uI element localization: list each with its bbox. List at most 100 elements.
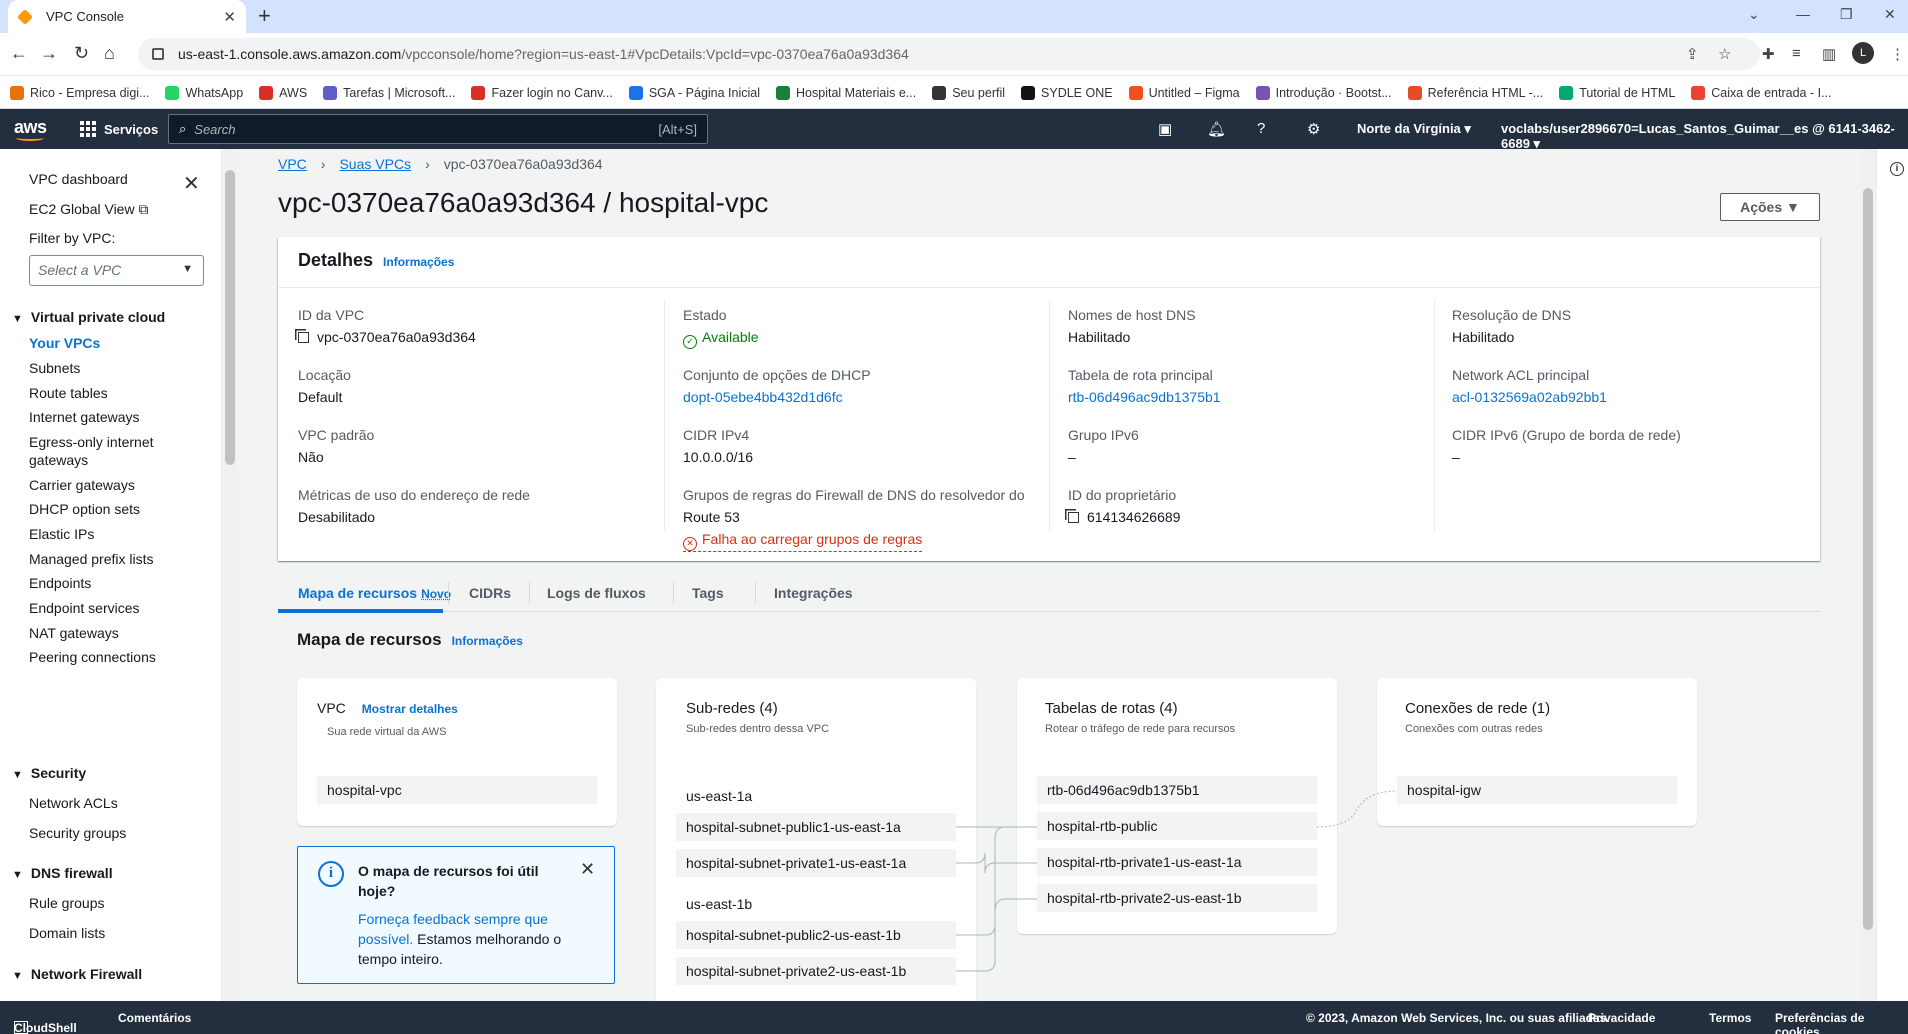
route-table-chip[interactable]: hospital-rtb-private1-us-east-1a <box>1037 848 1317 876</box>
subnet-chip[interactable]: hospital-subnet-private1-us-east-1a <box>676 849 956 877</box>
copy-icon[interactable] <box>298 332 309 343</box>
profile-avatar[interactable]: L <box>1852 42 1874 64</box>
bookmark-item[interactable]: AWS <box>259 85 307 100</box>
tab-flow-logs[interactable]: Logs de fluxos <box>547 585 646 601</box>
copy-icon[interactable] <box>1068 512 1079 523</box>
dns-firewall-error[interactable]: ✕ Falha ao carregar grupos de regras <box>683 531 923 552</box>
cookie-preferences-link[interactable]: Preferências de cookies <box>1775 1011 1908 1034</box>
bookmark-item[interactable]: WhatsApp <box>165 85 243 100</box>
bookmark-item[interactable]: Fazer login no Canv... <box>471 85 613 100</box>
tab-tags[interactable]: Tags <box>692 585 724 601</box>
home-icon[interactable]: ⌂ <box>104 43 115 64</box>
subnet-chip[interactable]: hospital-subnet-private2-us-east-1b <box>676 957 956 985</box>
forward-icon[interactable]: → <box>40 43 58 64</box>
section-virtual-private-cloud[interactable]: ▼ Virtual private cloud <box>12 309 165 325</box>
bookmark-item[interactable]: Untitled – Figma <box>1128 85 1240 100</box>
close-tab-icon[interactable]: ✕ <box>223 8 236 26</box>
privacy-link[interactable]: Privacidade <box>1588 1011 1655 1025</box>
igw-chip[interactable]: hospital-igw <box>1397 776 1677 804</box>
tab-resource-map[interactable]: Mapa de recursos Novo <box>298 585 451 601</box>
sidebar-item-elastic-ips[interactable]: Elastic IPs <box>29 526 94 542</box>
info-panel-icon[interactable]: i <box>1890 162 1904 176</box>
sidebar-item-your-vpcs[interactable]: Your VPCs <box>29 335 100 351</box>
dhcp-link[interactable]: dopt-05ebe4bb432d1d6fc <box>683 389 843 405</box>
services-menu-button[interactable]: Serviços <box>80 121 158 137</box>
sidebar-item-domain-lists[interactable]: Domain lists <box>29 925 105 941</box>
details-info-link[interactable]: Informações <box>383 255 454 269</box>
main-acl-link[interactable]: acl-0132569a02ab92bb1 <box>1452 389 1607 405</box>
reload-icon[interactable]: ↻ <box>74 43 89 64</box>
close-sidebar-icon[interactable]: ✕ <box>183 171 200 196</box>
filter-by-vpc-select[interactable]: Select a VPC ▼ <box>29 255 204 286</box>
vpc-chip[interactable]: hospital-vpc <box>317 776 597 804</box>
show-details-link[interactable]: Mostrar detalhes <box>362 702 458 716</box>
subnet-chip[interactable]: hospital-subnet-public2-us-east-1b <box>676 921 956 949</box>
actions-button[interactable]: Ações ▼ <box>1720 193 1820 221</box>
back-icon[interactable]: ← <box>10 43 28 64</box>
sidebar-item-ec2-global-view[interactable]: EC2 Global View ⧉ <box>29 201 148 218</box>
bookmark-item[interactable]: Tarefas | Microsoft... <box>323 85 455 100</box>
sidebar-item-carrier-gateways[interactable]: Carrier gateways <box>29 477 135 493</box>
aws-search-input[interactable]: ⌕ Search [Alt+S] <box>168 114 708 144</box>
bookmark-item[interactable]: Hospital Materiais e... <box>776 85 916 100</box>
sidebar-scrollbar-thumb[interactable] <box>225 170 235 465</box>
bookmark-item[interactable]: Seu perfil <box>932 85 1005 100</box>
section-network-firewall[interactable]: ▼ Network Firewall <box>12 966 142 982</box>
route-table-chip[interactable]: hospital-rtb-private2-us-east-1b <box>1037 884 1317 912</box>
sidebar-item-security-groups[interactable]: Security groups <box>29 825 126 841</box>
sidebar-item-route-tables[interactable]: Route tables <box>29 385 108 401</box>
browser-menu-icon[interactable]: ⋮ <box>1890 45 1905 63</box>
sidebar-item-endpoint-services[interactable]: Endpoint services <box>29 600 140 616</box>
notifications-bell-icon[interactable]: 🔔︎ <box>1207 120 1226 138</box>
new-tab-icon[interactable]: + <box>258 5 271 27</box>
settings-gear-icon[interactable]: ⚙ <box>1307 120 1320 138</box>
sidebar-item-egress-only-internet[interactable]: Egress-only internet <box>29 434 154 450</box>
region-selector[interactable]: Norte da Virgínia ▾ <box>1357 121 1471 137</box>
sidebar-item-peering-connections[interactable]: Peering connections <box>29 649 156 665</box>
tab-search-icon[interactable]: ⌄ <box>1748 6 1760 23</box>
section-dns-firewall[interactable]: ▼ DNS firewall <box>12 865 113 881</box>
help-icon[interactable]: ? <box>1257 120 1265 137</box>
breadcrumb-vpc[interactable]: VPC <box>278 156 307 172</box>
breadcrumb-your-vpcs[interactable]: Suas VPCs <box>339 156 411 172</box>
sidebar-item-network-acls[interactable]: Network ACLs <box>29 795 118 811</box>
bookmark-item[interactable]: Introdução · Bootst... <box>1255 85 1392 100</box>
aws-logo[interactable]: aws <box>14 117 47 141</box>
browser-tab[interactable]: VPC Console ✕ <box>8 0 246 33</box>
sidebar-item-gateways[interactable]: gateways <box>29 452 88 468</box>
account-menu[interactable]: voclabs/user2896670=Lucas_Santos_Guimar_… <box>1501 121 1908 152</box>
sidebar-item-managed-prefix-lists[interactable]: Managed prefix lists <box>29 551 154 567</box>
reading-list-icon[interactable]: ≡ <box>1792 45 1801 62</box>
bookmark-item[interactable]: SYDLE ONE <box>1021 85 1113 100</box>
sidebar-item-vpc-dashboard[interactable]: VPC dashboard <box>29 171 128 187</box>
sidebar-item-rule-groups[interactable]: Rule groups <box>29 895 105 911</box>
side-panel-icon[interactable]: ▥ <box>1822 45 1836 63</box>
close-feedback-icon[interactable]: ✕ <box>580 859 595 880</box>
extensions-icon[interactable]: ✚ <box>1762 45 1775 63</box>
tab-cidrs[interactable]: CIDRs <box>469 585 511 601</box>
terms-link[interactable]: Termos <box>1709 1011 1751 1025</box>
subnet-chip[interactable]: hospital-subnet-public1-us-east-1a <box>676 813 956 841</box>
bookmark-item[interactable]: Caixa de entrada - I... <box>1691 85 1831 100</box>
section-security[interactable]: ▼ Security <box>12 765 86 781</box>
route-table-chip[interactable]: hospital-rtb-public <box>1037 812 1317 840</box>
sidebar-item-subnets[interactable]: Subnets <box>29 360 80 376</box>
bookmark-star-icon[interactable]: ☆ <box>1718 45 1731 63</box>
bookmark-item[interactable]: Referência HTML -... <box>1407 85 1543 100</box>
main-route-table-link[interactable]: rtb-06d496ac9db1375b1 <box>1068 389 1221 405</box>
tab-integrations[interactable]: Integrações <box>774 585 853 601</box>
sidebar-item-dhcp-option-sets[interactable]: DHCP option sets <box>29 501 140 517</box>
share-icon[interactable]: ⇪ <box>1686 45 1699 63</box>
close-window-icon[interactable]: ✕ <box>1884 6 1896 23</box>
bookmark-item[interactable]: SGA - Página Inicial <box>628 85 760 100</box>
feedback-button[interactable]: Comentários <box>118 1011 191 1025</box>
url-input[interactable]: us-east-1.console.aws.amazon.com/vpccons… <box>138 38 1760 70</box>
sidebar-item-endpoints[interactable]: Endpoints <box>29 575 91 591</box>
sidebar-item-internet-gateways[interactable]: Internet gateways <box>29 409 140 425</box>
route-table-chip[interactable]: rtb-06d496ac9db1375b1 <box>1037 776 1317 804</box>
resource-map-info-link[interactable]: Informações <box>452 634 523 648</box>
sidebar-item-nat-gateways[interactable]: NAT gateways <box>29 625 119 641</box>
main-scrollbar-thumb[interactable] <box>1863 188 1873 930</box>
maximize-icon[interactable]: ❐ <box>1840 6 1853 23</box>
bookmark-item[interactable]: Rico - Empresa digi... <box>10 85 149 100</box>
